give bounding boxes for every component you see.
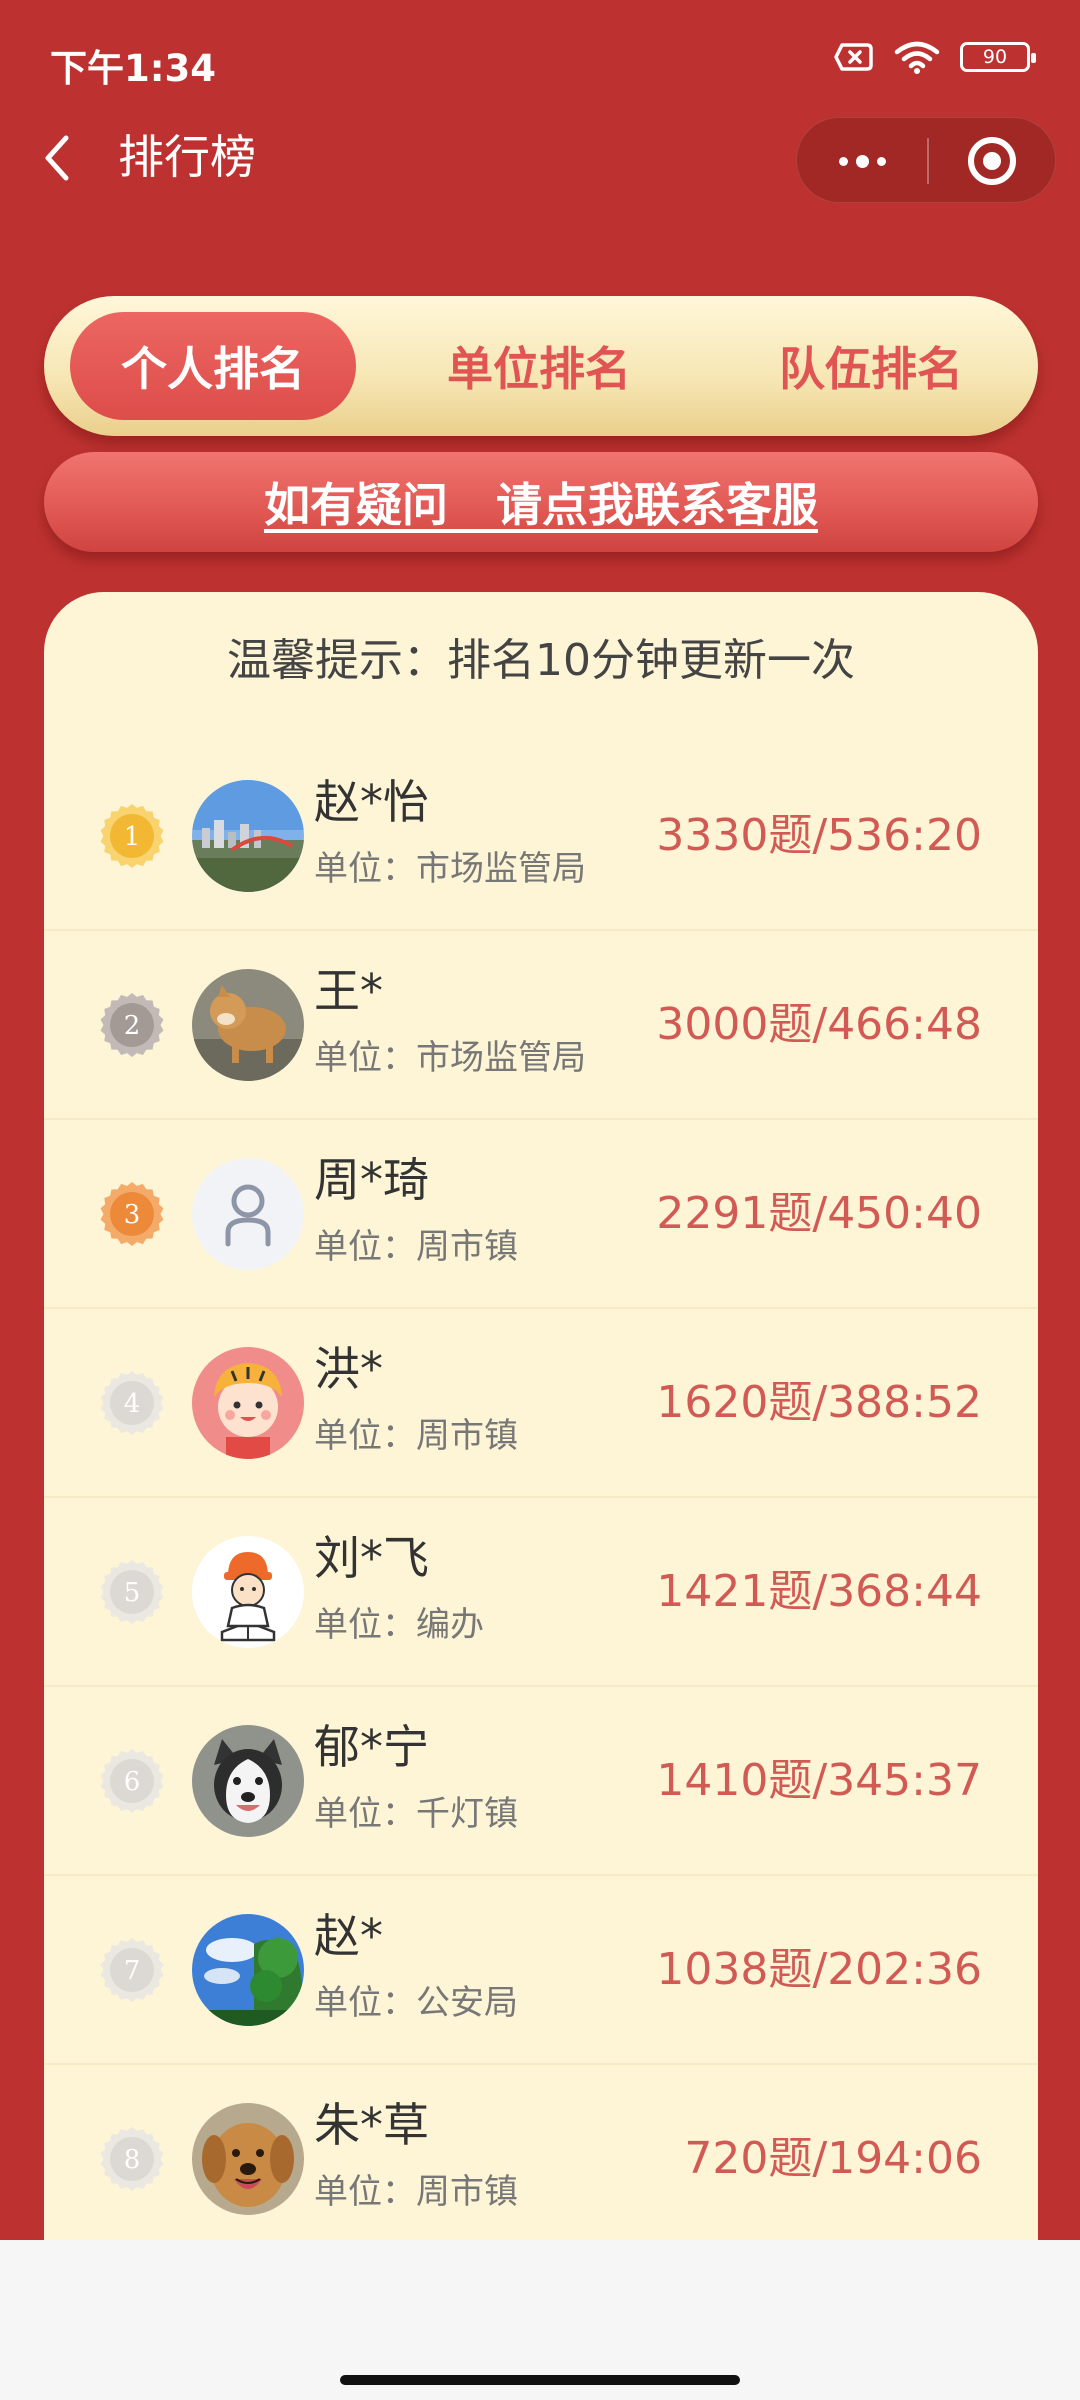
tab-team-ranking[interactable]: 队伍排名 [728,312,1014,420]
svg-text:3: 3 [124,1200,141,1230]
user-unit: 单位：千灯镇 [314,1794,518,1834]
chevron-left-icon [45,135,69,181]
user-name: 赵*怡 [314,775,429,829]
user-unit: 单位：公安局 [314,1983,518,2023]
user-score: 1421题/368:44 [656,1566,982,1617]
svg-text:8: 8 [124,2145,141,2175]
status-time: 下午1:34 [50,47,217,90]
svg-text:1: 1 [124,822,141,852]
rank-medal-icon: 2 [100,993,164,1057]
status-icons: 90 [834,40,1036,74]
tab-unit-ranking[interactable]: 单位排名 [396,312,682,420]
ranking-list: 1 赵*怡单位：市场监管局 3330题/536:20 2 王* 单位：市场监管局 3000题… [44,742,1038,2254]
ranking-row[interactable]: 1 赵*怡单位：市场监管局 3330题/536:20 [44,742,1038,931]
svg-text:2: 2 [124,1011,141,1041]
contact-service-label: 如有疑问 请点我联系客服 [263,478,819,532]
avatar [192,1347,304,1459]
ranking-row[interactable]: 6 郁*宁单位：千灯镇 1410题/345:37 [44,1687,1038,1876]
contact-service-button[interactable]: 如有疑问 请点我联系客服 [44,452,1038,552]
user-unit: 单位：周市镇 [314,1227,518,1267]
ranking-row[interactable]: 5 刘*飞单位：编办 1421题/368:44 [44,1498,1038,1687]
user-unit: 单位：编办 [314,1605,484,1645]
rank-medal-icon: 8 [100,2127,164,2191]
back-button[interactable] [38,128,78,188]
ranking-row[interactable]: 2 王* 单位：市场监管局 3000题/466:48 [44,931,1038,1120]
user-name: 刘*飞 [314,1531,429,1585]
user-name: 郁*宁 [314,1720,429,1774]
ranking-row[interactable]: 3 周*琦单位：周市镇 2291题/450:40 [44,1120,1038,1309]
avatar [192,2103,304,2215]
tab-personal-ranking[interactable]: 个人排名 [70,312,356,420]
rank-medal-icon: 5 [100,1560,164,1624]
user-score: 1620题/388:52 [656,1377,982,1428]
target-icon [968,137,1016,185]
avatar [192,969,304,1081]
avatar [192,780,304,892]
ranking-tabs: 个人排名 单位排名 队伍排名 [44,296,1038,436]
home-indicator[interactable] [340,2375,740,2385]
rank-medal-icon: 6 [100,1749,164,1813]
user-score: 3330题/536:20 [656,810,982,861]
user-name: 王* [314,964,383,1018]
svg-text:4: 4 [124,1389,141,1419]
user-score: 3000题/466:48 [656,999,982,1050]
ranking-row[interactable]: 8 朱*草单位：周市镇 720题/194:06 [44,2065,1038,2254]
user-unit: 单位：市场监管局 [314,1038,586,1078]
status-bar: 下午1:34 90 [0,0,1080,118]
user-unit: 单位：市场监管局 [314,849,586,889]
page-title: 排行榜 [118,130,256,184]
user-unit: 单位：周市镇 [314,1416,518,1456]
user-score: 1410题/345:37 [656,1755,982,1806]
user-score: 720题/194:06 [684,2133,982,2184]
user-name: 洪* [314,1342,383,1396]
avatar [192,1158,304,1270]
svg-text:7: 7 [124,1956,141,1986]
user-name: 周*琦 [314,1153,429,1207]
user-name: 朱*草 [314,2098,429,2152]
user-unit: 单位：周市镇 [314,2172,518,2212]
svg-text:5: 5 [124,1578,141,1608]
avatar [192,1914,304,2026]
ranking-row[interactable]: 7 赵* 单位：公安局 1038题/202:36 [44,1876,1038,2065]
miniapp-capsule [796,117,1056,203]
more-icon [838,156,848,166]
user-name: 赵* [314,1909,383,1963]
wifi-icon [894,41,940,74]
avatar [192,1536,304,1648]
rank-medal-icon: 3 [100,1182,164,1246]
ranking-row[interactable]: 4 洪* 单位：周市镇 1620题/388:52 [44,1309,1038,1498]
battery-indicator: 90 [960,42,1036,72]
rank-medal-icon: 7 [100,1938,164,2002]
more-button[interactable] [797,118,927,204]
svg-text:6: 6 [124,1767,141,1797]
update-tip: 温馨提示：排名10分钟更新一次 [227,635,855,686]
rank-medal-icon: 1 [100,804,164,868]
rank-medal-icon: 4 [100,1371,164,1435]
avatar [192,1725,304,1837]
close-miniapp-button[interactable] [927,118,1057,204]
user-score: 1038题/202:36 [656,1944,982,1995]
sim-off-icon [834,43,873,71]
ranking-card: 温馨提示：排名10分钟更新一次 1 赵*怡单位：市场监管局 3330题/536:20… [44,592,1038,2292]
user-score: 2291题/450:40 [656,1188,982,1239]
